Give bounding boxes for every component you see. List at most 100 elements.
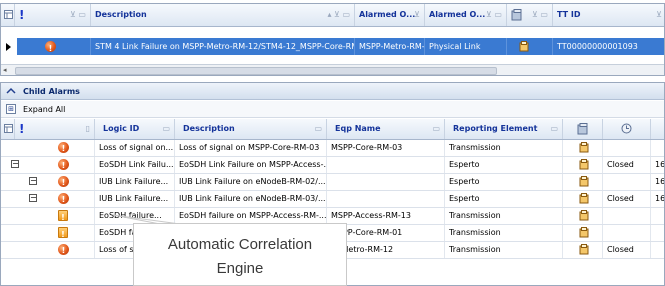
selected-alarm-row[interactable]: STM 4 Link Failure on MSPP-Metro-RM-12/S… [17, 38, 664, 55]
column-eqp-name[interactable]: Eqp Name ▭ [327, 119, 445, 139]
filter-icon[interactable]: ▭ [314, 119, 322, 139]
child-alarms-title-bar: Child Alarms [1, 83, 664, 100]
column-options-icon[interactable] [1, 4, 15, 26]
alarmed-object: MSPP-Metro-RM-12... [355, 38, 425, 55]
ticket-status: Closed [603, 157, 651, 173]
filter-icon[interactable]: ▭ [162, 119, 170, 139]
alarm-description: IUB Link Failure on eNodeB-RM-03/... [175, 191, 327, 207]
row-pointer-icon [1, 38, 17, 55]
minor-severity-icon [58, 210, 68, 224]
correlation-engine-callout: Automatic Correlation Engine [133, 223, 347, 286]
severity-cell [1, 225, 95, 241]
expand-all-label: Expand All [23, 105, 66, 114]
ticket-status [603, 225, 651, 241]
child-alarm-row[interactable]: − IUB Link Failure...IUB Link Failure on … [1, 174, 664, 191]
critical-severity-icon [58, 175, 69, 190]
severity-cell: − [1, 191, 95, 207]
filter-icon[interactable]: ⊻ ▭ [486, 4, 502, 26]
ticket-cell [563, 157, 603, 173]
column-clock-icon[interactable] [603, 119, 651, 139]
column-alarmed-object[interactable]: Alarmed O... ⊻ [355, 4, 425, 26]
ticket-icon[interactable] [579, 193, 589, 204]
collapse-toggle-icon[interactable]: − [29, 194, 37, 202]
ticket-column-icon [511, 9, 522, 21]
ticket-icon[interactable] [579, 210, 589, 221]
expand-all-button[interactable]: ⊞ Expand All [1, 101, 664, 118]
extra-value [651, 242, 664, 258]
eqp-name [327, 174, 445, 190]
child-alarm-row[interactable]: − EoSDH Link Failu...EoSDH Link Failure o… [1, 157, 664, 174]
ticket-cell [563, 191, 603, 207]
column-description[interactable]: Description ▭ [175, 119, 327, 139]
ticket-cell [563, 174, 603, 190]
extra-value: 16 [651, 174, 664, 190]
extra-value [651, 208, 664, 224]
scrollbar-thumb[interactable] [15, 67, 497, 75]
eqp-name [327, 157, 445, 173]
collapse-toggle-icon[interactable]: − [29, 177, 37, 185]
tt-id[interactable]: TT00000000001093 [553, 38, 664, 55]
reporting-element: Esperto [445, 191, 563, 207]
eqp-name: MSPP-Core-RM-03 [327, 140, 445, 156]
severity-cell: − [1, 157, 95, 173]
ticket-icon[interactable] [519, 41, 529, 52]
reporting-element: Transmission [445, 208, 563, 224]
horizontal-scrollbar[interactable]: ◂ [1, 64, 664, 75]
logic-id: Loss of signal on... [95, 140, 175, 156]
filter-icon[interactable]: ▭ [432, 119, 440, 139]
ticket-cell [563, 242, 603, 258]
ticket-icon[interactable] [579, 176, 589, 187]
filter-icon[interactable]: ⊻ ▭ [70, 4, 86, 26]
column-ticket-icon[interactable] [563, 119, 603, 139]
column-tt-id[interactable]: TT ID ⊻ [553, 4, 664, 26]
ticket-icon[interactable] [579, 227, 589, 238]
filter-icon[interactable]: ⊻ ▭ [532, 4, 548, 26]
column-description[interactable]: Description ▴ ⊻ ▭ [91, 4, 355, 26]
collapse-toggle-icon[interactable]: − [11, 160, 19, 168]
filter-icon[interactable]: ⊻ [656, 4, 662, 26]
eqp-name: MSPP-Access-RM-13 [327, 208, 445, 224]
ticket-cell [563, 208, 603, 224]
column-severity[interactable]: ! ⊻ ▭ [15, 4, 91, 26]
severity-cell [1, 208, 95, 224]
extra-value [651, 140, 664, 156]
minor-severity-icon [58, 227, 68, 241]
critical-severity-icon [58, 192, 69, 207]
ticket-column-icon [577, 123, 588, 135]
child-alarm-row[interactable]: − IUB Link Failure...IUB Link Failure on … [1, 191, 664, 208]
ticket-status [603, 140, 651, 156]
column-reporting-element[interactable]: Reporting Element ▭ [445, 119, 563, 139]
ticket-icon[interactable] [579, 142, 589, 153]
logic-id: IUB Link Failure... [95, 191, 175, 207]
filter-icon[interactable]: ⊻ [414, 4, 420, 26]
alarm-grid: ! ⊻ ▭ Description ▴ ⊻ ▭ Alarmed O... ⊻ A… [0, 3, 665, 76]
reporting-element: Transmission [445, 242, 563, 258]
child-alarm-row[interactable]: Loss of signal on...Loss of signal on MS… [1, 140, 664, 157]
callout-line-2: Engine [216, 260, 264, 277]
ticket-cell [563, 140, 603, 156]
critical-severity-icon [58, 141, 69, 156]
child-alarms-title: Child Alarms [23, 87, 80, 96]
reporting-element: Esperto [445, 157, 563, 173]
column-alarmed-object-type[interactable]: Alarmed O... ⊻ ▭ [425, 4, 507, 26]
critical-severity-icon [58, 158, 69, 173]
column-ticket-icon[interactable]: ⊻ ▭ [507, 4, 553, 26]
ticket-icon[interactable] [579, 244, 589, 255]
filter-icon[interactable]: ▯ [86, 119, 90, 139]
scroll-left-icon[interactable]: ◂ [3, 66, 7, 74]
column-severity[interactable]: ! ▯ [15, 119, 95, 139]
column-options-icon[interactable] [1, 119, 15, 139]
alarm-description: Loss of signal on MSPP-Core-RM-03 [175, 140, 327, 156]
column-logic-id[interactable]: Logic ID ▭ [95, 119, 175, 139]
child-grid-header: ! ▯ Logic ID ▭ Description ▭ Eqp Name ▭ … [1, 119, 664, 140]
ticket-icon[interactable] [579, 159, 589, 170]
ticket-status: Closed [603, 191, 651, 207]
alarm-description: IUB Link Failure on eNodeB-RM-02/... [175, 174, 327, 190]
severity-header-icon: ! [19, 8, 25, 22]
logic-id: IUB Link Failure... [95, 174, 175, 190]
filter-icon[interactable]: ▭ [550, 119, 558, 139]
column-more[interactable] [651, 119, 664, 139]
expand-all-icon: ⊞ [6, 104, 16, 114]
sort-filter-icon[interactable]: ▴ ⊻ ▭ [327, 4, 350, 26]
collapse-panel-icon[interactable] [6, 86, 16, 96]
